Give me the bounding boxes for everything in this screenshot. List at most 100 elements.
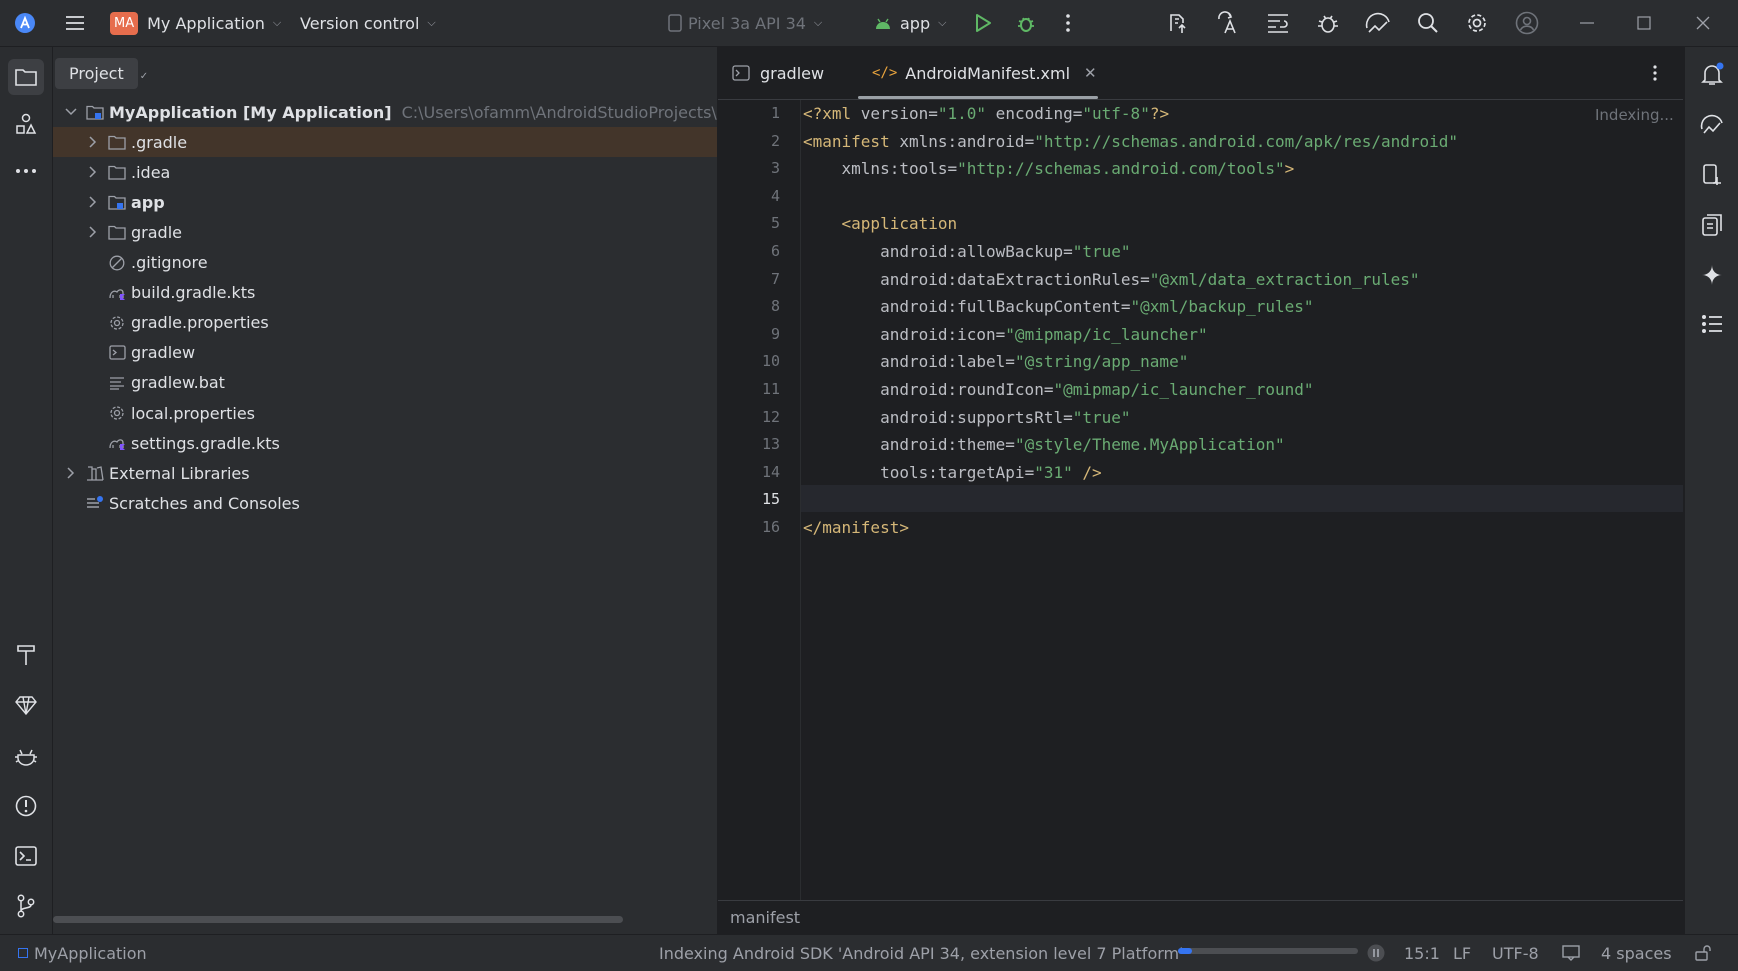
maximize-window-icon[interactable]: [1629, 8, 1659, 38]
chevron-right-icon[interactable]: [85, 134, 101, 150]
tree-item[interactable]: settings.gradle.kts: [53, 428, 717, 458]
file-encoding[interactable]: UTF-8: [1492, 935, 1539, 971]
chevron-right-icon[interactable]: [63, 465, 79, 481]
debug-icon[interactable]: [1011, 8, 1041, 38]
project-view-selector[interactable]: Project: [55, 57, 138, 89]
code-line[interactable]: tools:targetApi="31" />: [803, 459, 1102, 486]
tree-item[interactable]: app: [53, 187, 717, 217]
tree-item[interactable]: .idea: [53, 157, 717, 187]
code-token: <manifest: [803, 131, 900, 151]
tree-item[interactable]: gradle: [53, 217, 717, 247]
tab-gradlew[interactable]: gradlew: [732, 47, 824, 99]
debug-attach-icon[interactable]: [1313, 8, 1343, 38]
build-hammer-icon[interactable]: [11, 640, 41, 670]
structure-icon[interactable]: [1263, 8, 1293, 38]
close-tab-icon[interactable]: ✕: [1084, 64, 1097, 82]
translations-icon[interactable]: [1213, 8, 1243, 38]
chevron-right-icon[interactable]: [85, 164, 101, 180]
code-line[interactable]: <application: [803, 210, 958, 237]
code-line[interactable]: <?xml version="1.0" encoding="utf-8"?>: [803, 100, 1169, 127]
tree-item[interactable]: Scratches and Consoles: [53, 488, 717, 518]
resource-manager-icon[interactable]: [11, 109, 41, 139]
indent-setting[interactable]: 4 spaces: [1601, 935, 1672, 971]
running-devices-icon[interactable]: [1697, 160, 1727, 190]
device-explorer-icon[interactable]: [1697, 210, 1727, 240]
read-only-lock-icon[interactable]: [1694, 935, 1712, 971]
code-token: =: [1063, 407, 1073, 427]
gemini-sparkle-icon[interactable]: [1697, 260, 1727, 290]
git-branch-icon[interactable]: [11, 891, 41, 921]
pause-indexing-icon[interactable]: [1367, 935, 1385, 971]
code-token: "@string/app_name": [1014, 352, 1189, 372]
settings-gear-icon[interactable]: [1462, 8, 1492, 38]
terminal-icon[interactable]: [11, 841, 41, 871]
code-line[interactable]: android:roundIcon="@mipmap/ic_launcher_r…: [803, 376, 1314, 403]
chevron-down-icon[interactable]: ✓: [140, 71, 148, 82]
chevron-right-icon[interactable]: [85, 194, 101, 210]
device-selector[interactable]: Pixel 3a API 34 ⌵: [668, 0, 822, 46]
code-line[interactable]: android:theme="@style/Theme.MyApplicatio…: [803, 431, 1285, 458]
title-bar: MA My Application ⌵ Version control ⌵ Pi…: [0, 0, 1738, 47]
tree-item[interactable]: External Libraries: [53, 458, 717, 488]
main-menu-icon[interactable]: [60, 8, 90, 38]
run-icon[interactable]: [968, 8, 998, 38]
line-separator[interactable]: LF: [1453, 935, 1471, 971]
version-control-menu[interactable]: Version control ⌵: [300, 0, 436, 46]
sync-project-icon[interactable]: [1163, 8, 1193, 38]
device-manager-icon[interactable]: [1363, 8, 1393, 38]
code-line[interactable]: android:icon="@mipmap/ic_launcher": [803, 321, 1208, 348]
structure-list-icon[interactable]: [1697, 309, 1727, 339]
notifications-bell-icon[interactable]: [1697, 59, 1727, 89]
horizontal-scrollbar[interactable]: [53, 916, 623, 923]
search-icon[interactable]: [1413, 8, 1443, 38]
account-avatar-icon[interactable]: [1512, 8, 1542, 38]
xml-file-icon: </>: [872, 65, 898, 81]
logcat-icon[interactable]: [11, 741, 41, 771]
code-line[interactable]: android:fullBackupContent="@xml/backup_r…: [803, 293, 1314, 320]
gradle-kotlin-file-icon: [107, 433, 127, 453]
indexing-status-text[interactable]: Indexing Android SDK 'Android API 34, ex…: [659, 935, 1184, 971]
line-number: 5: [770, 214, 780, 233]
status-project-breadcrumb[interactable]: MyApplication: [18, 935, 147, 971]
tree-item[interactable]: local.properties: [53, 398, 717, 428]
code-line[interactable]: android:allowBackup="true": [803, 238, 1130, 265]
tree-item[interactable]: .gradle: [53, 127, 717, 158]
chevron-down-icon[interactable]: [63, 104, 79, 120]
tree-item[interactable]: gradlew: [53, 338, 717, 368]
tree-item[interactable]: gradle.properties: [53, 308, 717, 338]
close-window-icon[interactable]: [1688, 8, 1718, 38]
code-line[interactable]: android:label="@string/app_name": [803, 348, 1188, 375]
code-editor[interactable]: <?xml version="1.0" encoding="utf-8"?> <m…: [801, 100, 1683, 900]
android-studio-logo-icon[interactable]: [10, 8, 40, 38]
more-tool-windows-icon[interactable]: [11, 156, 41, 186]
more-actions-icon[interactable]: [1053, 8, 1083, 38]
tree-item[interactable]: MyApplication [My Application] C:\Users\o…: [53, 97, 717, 127]
tree-item[interactable]: .gitignore: [53, 248, 717, 278]
chevron-right-icon[interactable]: [85, 224, 101, 240]
tree-item-label: gradlew: [131, 343, 196, 363]
code-token: xmlns:tools: [803, 159, 948, 179]
editor-tab-options-icon[interactable]: [1653, 47, 1657, 99]
line-number: 11: [761, 380, 780, 398]
code-line[interactable]: xmlns:tools="http://schemas.android.com/…: [803, 155, 1295, 182]
project-folder-icon[interactable]: [8, 59, 44, 95]
tree-item[interactable]: build.gradle.kts: [53, 278, 717, 308]
caret-position[interactable]: 15:1: [1404, 935, 1440, 971]
code-line[interactable]: <manifest xmlns:android="http://schemas.…: [803, 128, 1458, 155]
minimize-window-icon[interactable]: [1572, 8, 1602, 38]
reader-mode-icon[interactable]: [1562, 935, 1580, 971]
code-line[interactable]: android:dataExtractionRules="@xml/data_e…: [803, 266, 1419, 293]
code-line[interactable]: </manifest>: [803, 514, 909, 541]
problems-icon[interactable]: [11, 791, 41, 821]
code-line[interactable]: android:supportsRtl="true": [803, 404, 1130, 431]
breadcrumb-item[interactable]: manifest: [730, 908, 800, 927]
breadcrumb: manifest: [718, 900, 1683, 933]
gem-icon[interactable]: [11, 690, 41, 720]
project-selector[interactable]: MA My Application ⌵: [110, 0, 281, 46]
device-streaming-icon[interactable]: [1697, 109, 1727, 139]
tab-androidmanifest[interactable]: </> AndroidManifest.xml ✕: [872, 47, 1097, 99]
run-config-selector[interactable]: app ⌵: [874, 0, 946, 46]
project-name: My Application: [147, 13, 265, 33]
tree-item[interactable]: gradlew.bat: [53, 368, 717, 398]
